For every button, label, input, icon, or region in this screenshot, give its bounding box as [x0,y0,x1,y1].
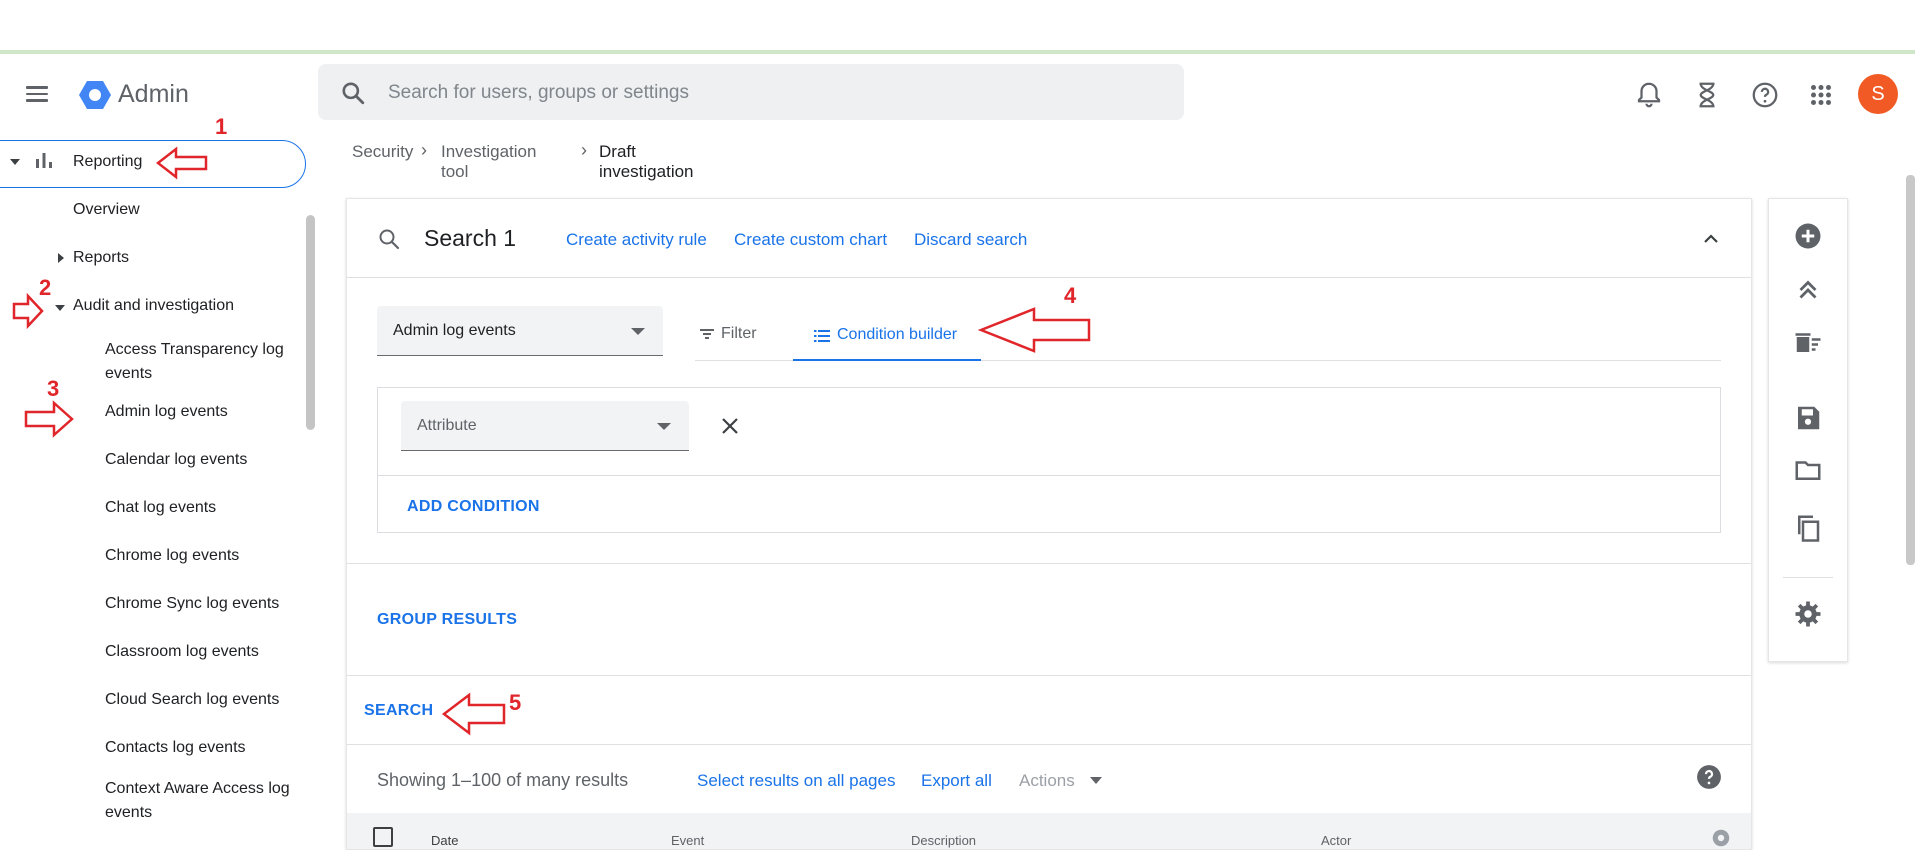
search-button[interactable]: SEARCH [364,702,433,720]
search-card: Search 1 Create activity rule Create cus… [346,198,1752,850]
list-icon [814,330,830,342]
notifications-bell-icon[interactable] [1634,80,1664,110]
results-table-header: Date Event Description Actor [347,813,1751,849]
tab-filter-label: Filter [721,325,757,342]
breadcrumb-investigation-tool[interactable]: Investigation tool [441,142,536,182]
app-header: Admin S [0,54,1915,134]
caret-right-icon[interactable] [58,253,64,263]
global-search[interactable] [318,64,1184,120]
app-brand: Admin [118,80,189,108]
tab-condition-builder[interactable]: Condition builder [793,315,981,361]
main-menu-button[interactable] [26,82,50,106]
delete-sweep-icon[interactable] [1793,327,1823,357]
chevron-right-icon: › [421,140,427,160]
annotation-number-5: 5 [509,690,522,715]
attribute-placeholder: Attribute [417,417,477,434]
sidebar-item-context-aware-access[interactable]: Context Aware Access log events [105,777,295,825]
data-source-select[interactable]: Admin log events [377,306,663,356]
add-circle-icon[interactable] [1793,221,1823,251]
breadcrumb-security[interactable]: Security [352,142,413,162]
data-source-value: Admin log events [393,322,516,339]
annotation-arrow-left-icon [978,307,1091,353]
sidebar-item-cloud-search-log-events[interactable]: Cloud Search log events [105,691,279,709]
dropdown-arrow-icon [631,328,645,335]
help-icon[interactable] [1750,80,1780,110]
hourglass-tasks-icon[interactable] [1692,80,1722,110]
caret-down-icon [10,159,20,165]
chevron-right-icon: › [581,140,587,160]
annotation-number-1: 1 [215,114,228,139]
search-input[interactable] [386,74,1150,112]
sidebar-item-contacts-log-events[interactable]: Contacts log events [105,739,246,757]
annotation-arrow-left-icon [441,692,506,736]
condition-builder-panel: Attribute ADD CONDITION [377,387,1721,533]
annotation-number-3: 3 [47,376,60,401]
sidebar-item-reports[interactable]: Reports [73,249,129,267]
attribute-select[interactable]: Attribute [401,401,689,451]
save-icon[interactable] [1793,403,1823,433]
sidebar-item-classroom-log-events[interactable]: Classroom log events [105,643,259,661]
sidebar-item-chrome-log-events[interactable]: Chrome log events [105,547,239,565]
user-avatar[interactable]: S [1858,74,1898,114]
annotation-arrow-left-icon [156,146,208,180]
chevron-up-icon[interactable] [1701,229,1721,249]
annotation-arrow-right-icon [24,400,74,438]
tab-condition-builder-label: Condition builder [837,326,958,343]
annotation-arrow-right-icon [12,293,44,329]
filter-icon [700,329,714,339]
sidebar-item-chat-log-events[interactable]: Chat log events [105,499,216,517]
select-all-pages-link[interactable]: Select results on all pages [697,771,895,791]
caret-down-icon[interactable] [55,305,65,311]
sidebar-item-access-transparency[interactable]: Access Transparency log events [105,338,305,386]
collapse-all-icon[interactable] [1793,275,1823,305]
gear-icon[interactable] [1710,827,1732,849]
create-custom-chart-link[interactable]: Create custom chart [734,230,887,250]
sidebar-item-calendar-log-events[interactable]: Calendar log events [105,451,247,469]
sidebar-item-chrome-sync-log-events[interactable]: Chrome Sync log events [105,595,279,613]
tab-filter[interactable]: Filter [694,315,784,359]
copy-icon[interactable] [1793,513,1823,543]
create-activity-rule-link[interactable]: Create activity rule [566,230,707,250]
export-all-link[interactable]: Export all [921,771,992,791]
search-actions-panel [1768,198,1848,662]
dropdown-arrow-icon [1090,777,1102,784]
close-icon[interactable] [720,416,740,436]
bar-chart-icon [36,153,52,168]
settings-gear-icon[interactable] [1793,599,1823,629]
sidebar-reporting-label: Reporting [73,153,143,170]
search-title: Search 1 [424,225,517,251]
page-scrollbar[interactable] [1906,175,1915,565]
apps-grid-icon[interactable] [1806,80,1836,110]
dropdown-arrow-icon [657,423,671,430]
sidebar-item-admin-log-events[interactable]: Admin log events [105,403,228,421]
admin-logo-icon [79,81,111,109]
breadcrumb-draft-investigation: Draft investigation [599,142,694,181]
select-all-checkbox[interactable] [373,827,393,847]
group-results-button[interactable]: GROUP RESULTS [377,611,517,629]
discard-search-link[interactable]: Discard search [914,230,1027,250]
folder-icon[interactable] [1793,455,1823,485]
sidebar-scrollbar[interactable] [306,215,315,430]
add-condition-button[interactable]: ADD CONDITION [407,498,540,516]
sidebar-item-overview[interactable]: Overview [73,201,140,219]
actions-dropdown[interactable]: Actions [1019,771,1075,791]
search-icon [342,82,365,105]
help-circle-icon[interactable] [1696,764,1722,790]
sidebar-item-audit-and-investigation[interactable]: Audit and investigation [73,297,234,315]
results-summary: Showing 1–100 of many results [377,770,629,790]
search-icon [379,229,400,250]
